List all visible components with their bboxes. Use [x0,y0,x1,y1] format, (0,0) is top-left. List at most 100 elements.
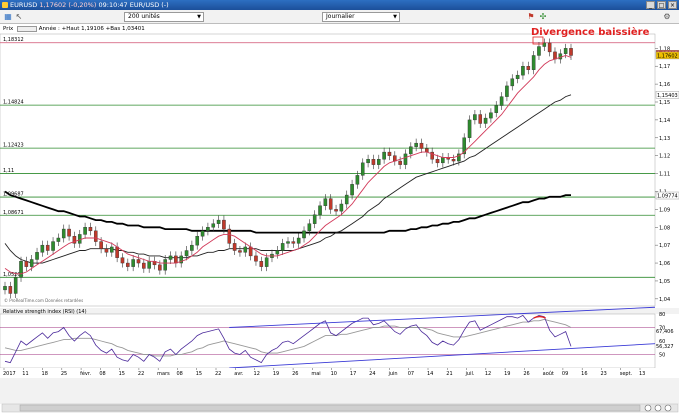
candle-body [222,219,226,230]
eurusd-chart[interactable]: Relative strength index (RSI) (14) © ProR… [0,0,679,413]
rsi-value-label: 67,406 [656,329,674,335]
candle-body [398,160,402,165]
y-tick-label: 1,09 [659,207,670,213]
candle-body [110,246,114,253]
candle-body [499,96,504,106]
candle-body [382,151,386,160]
candle-body [136,259,141,264]
candle-body [339,203,344,212]
candle-body [478,114,483,124]
y-tick-label: 1,08 [659,225,670,231]
x-tick-label: 17 [350,371,356,377]
rsi-value-label: 56,327 [656,344,674,350]
candle-body [280,243,285,251]
candle-body [318,205,322,215]
candle-body [248,246,253,257]
level-label: 1,12423 [3,143,24,149]
candle-body [483,117,488,124]
candle-body [547,42,552,53]
candle-body [115,246,119,258]
x-tick-label: 22 [215,371,221,377]
x-tick-label: 21 [446,371,452,377]
candle-body [254,255,258,262]
candle-body [142,262,146,269]
zoom-in-icon[interactable] [644,404,652,412]
y-tick-label: 1,13 [659,136,670,142]
candle-body [35,252,39,260]
candle-body [120,257,125,264]
scrollbar-thumb[interactable] [19,404,641,412]
x-tick-label: 08 [176,371,182,377]
x-tick-label: févr. [80,370,91,377]
x-tick-label: mars [157,371,170,377]
x-tick-label: août [543,370,554,377]
x-tick-label: juil. [465,371,475,377]
candle-body [435,159,440,164]
candle-body [77,234,82,244]
price-label: 1,17602 [657,53,678,59]
candle-body [93,230,98,242]
candle-body [291,241,296,244]
candle-body [227,228,232,244]
candle-body [355,175,360,185]
candle-body [563,48,568,54]
x-tick-label: 23 [600,371,606,377]
candle-body [537,46,541,56]
candle-body [131,259,135,267]
y-tick-label: 1,12 [659,154,670,160]
candle-body [8,286,13,294]
y-tick-label: 1,14 [659,118,670,124]
candle-body [403,153,408,165]
candle-body [334,209,338,212]
candle-body [275,250,280,255]
candle-body [163,259,167,271]
candle-body [158,264,162,271]
level-label: 1,08671 [3,210,24,216]
candle-body [473,114,477,121]
candle-body [195,236,200,246]
candle-body [211,223,216,228]
price-label: 1,15403 [657,93,678,99]
x-tick-label: 10 [331,371,337,377]
candle-body [88,227,93,232]
price-panel [0,33,656,307]
candle-body [259,261,264,267]
x-tick-label: avr. [234,371,244,377]
candle-body [99,241,103,249]
y-tick-label: 1,16 [659,82,670,88]
candle-body [56,237,61,242]
candle-body [376,159,381,165]
x-tick-label: juin [387,371,397,377]
candle-body [19,261,23,278]
candle-body [531,55,536,70]
candle-body [425,148,429,153]
candle-body [104,248,109,253]
candle-body [312,214,317,224]
candle-body [51,241,55,251]
candle-body [29,259,34,267]
candle-body [184,250,189,257]
y-tick-label: 1,15 [659,100,670,106]
price-label: 1,09774 [657,194,678,200]
candle-body [467,119,472,138]
level-label: 1,11 [3,168,14,174]
fit-icon[interactable] [664,404,672,412]
candle-body [232,243,237,251]
candle-body [553,51,557,60]
candle-body [67,228,71,237]
x-tick-label: 07 [408,371,414,377]
x-tick-label: mai [311,371,320,377]
x-tick-label: 26 [292,371,298,377]
candle-body [83,227,87,235]
candle-body [264,257,269,267]
zoom-out-icon[interactable] [654,404,662,412]
x-tick-label: 22 [138,371,144,377]
candle-body [360,162,365,176]
candle-body [126,262,130,267]
x-tick-label: 19 [504,371,510,377]
candle-body [409,146,413,155]
x-tick-label: 2017 [3,371,16,377]
candle-body [366,159,370,164]
candle-body [302,230,306,239]
x-tick-label: 09 [562,371,568,377]
